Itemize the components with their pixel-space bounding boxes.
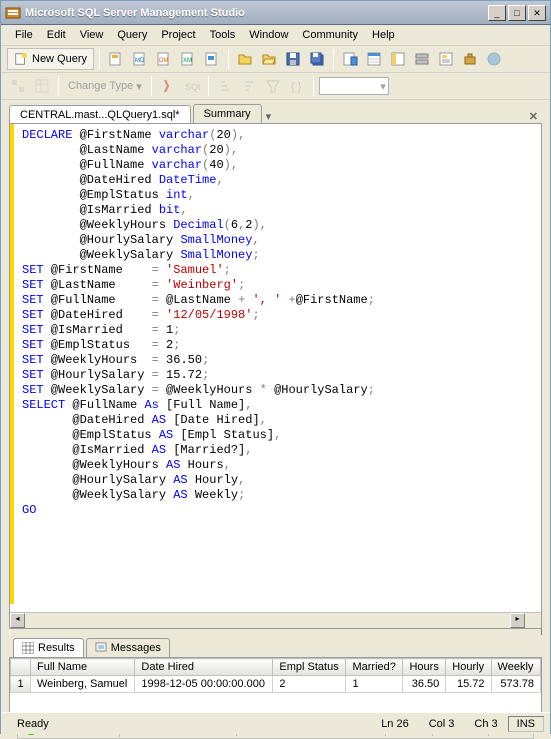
cell-weekly: 573.78 (491, 676, 540, 693)
save-icon[interactable] (282, 48, 304, 70)
tab-results[interactable]: Results (13, 638, 84, 657)
col-emplstatus[interactable]: Empl Status (273, 659, 346, 676)
svg-text:XM: XM (183, 58, 192, 64)
tab-query[interactable]: CENTRAL.mast...QLQuery1.sql* (9, 105, 191, 124)
menu-bar: File Edit View Query Project Tools Windo… (1, 25, 550, 46)
results-row[interactable]: 1 Weinberg, Samuel 1998-12-05 00:00:00.0… (11, 676, 541, 693)
col-hourly[interactable]: Hourly (446, 659, 491, 676)
cell-hours: 36.50 (403, 676, 446, 693)
menu-tools[interactable]: Tools (204, 27, 242, 43)
status-line: Ln 26 (371, 718, 419, 730)
svg-text:SQL: SQL (185, 82, 200, 92)
menu-edit[interactable]: Edit (41, 27, 72, 43)
tab-summary[interactable]: Summary (193, 104, 262, 123)
active-files-dropdown-icon[interactable]: ▾ (264, 110, 274, 123)
status-col: Col 3 (419, 718, 465, 730)
svg-text:MD: MD (135, 58, 145, 64)
database-combo: ▾ (319, 77, 389, 95)
verify-sql-icon: SQL (181, 75, 203, 97)
scroll-right-icon[interactable]: ▸ (510, 613, 525, 628)
status-bar: Ready Ln 26 Col 3 Ch 3 INS (1, 712, 550, 734)
browser-icon[interactable] (483, 48, 505, 70)
new-query-button[interactable]: New Query (7, 48, 94, 70)
change-type-dropdown: Change Type ▾ (64, 80, 146, 93)
results-grid-icon (22, 642, 34, 654)
sort-asc-icon (214, 75, 236, 97)
execute-icon (157, 75, 179, 97)
dropdown-arrow-icon: ▾ (136, 80, 142, 93)
show-diagram-icon (7, 75, 29, 97)
tab-messages[interactable]: Messages (86, 638, 170, 657)
summary-icon[interactable] (435, 48, 457, 70)
editor-horizontal-scrollbar[interactable]: ◂ ▸ (10, 612, 525, 628)
cell-married: 1 (346, 676, 403, 693)
cell-date: 1998-12-05 00:00:00.000 (135, 676, 273, 693)
cell-empl: 2 (273, 676, 346, 693)
status-char: Ch 3 (464, 718, 507, 730)
cell-rownum: 1 (11, 676, 31, 693)
col-hours[interactable]: Hours (403, 659, 446, 676)
minimize-button[interactable]: _ (488, 5, 506, 21)
save-all-icon[interactable] (306, 48, 328, 70)
results-grid[interactable]: Full Name Date Hired Empl Status Married… (9, 657, 542, 713)
col-rownum[interactable] (11, 659, 31, 676)
menu-query[interactable]: Query (111, 27, 153, 43)
maximize-button[interactable]: □ (508, 5, 526, 21)
document-tabs: CENTRAL.mast...QLQuery1.sql* Summary ▾ ✕ (1, 100, 550, 123)
toolbar-sql: Change Type ▾ SQL { } ▾ (1, 73, 550, 100)
group-by-icon: { } (286, 75, 308, 97)
results-header-row: Full Name Date Hired Empl Status Married… (11, 659, 541, 676)
open-file-icon[interactable] (234, 48, 256, 70)
properties-window-icon[interactable] (363, 48, 385, 70)
cell-fullname: Weinberg, Samuel (31, 676, 135, 693)
messages-icon (95, 642, 107, 654)
toolbox-icon[interactable] (459, 48, 481, 70)
cell-hourly: 15.72 (446, 676, 491, 693)
col-married[interactable]: Married? (346, 659, 403, 676)
close-tab-icon[interactable]: ✕ (525, 110, 542, 123)
db-engine-query-icon[interactable] (105, 48, 127, 70)
window-title: Microsoft SQL Server Management Studio (25, 7, 488, 19)
registered-servers-icon[interactable] (411, 48, 433, 70)
close-button[interactable]: ✕ (528, 5, 546, 21)
status-ready: Ready (7, 718, 59, 730)
menu-view[interactable]: View (74, 27, 110, 43)
menu-project[interactable]: Project (155, 27, 201, 43)
menu-community[interactable]: Community (296, 27, 364, 43)
sort-desc-icon (238, 75, 260, 97)
svg-text:DM: DM (159, 58, 168, 64)
show-criteria-icon (31, 75, 53, 97)
menu-window[interactable]: Window (243, 27, 294, 43)
title-bar: Microsoft SQL Server Management Studio _… (1, 1, 550, 25)
change-type-label: Change Type (68, 80, 133, 92)
svg-text:{ }: { } (291, 81, 302, 93)
code-editor[interactable]: DECLARE @FirstName varchar(20), @LastNam… (9, 123, 542, 629)
remove-filter-icon (262, 75, 284, 97)
app-icon (5, 5, 21, 21)
object-explorer-icon[interactable] (387, 48, 409, 70)
sqlcmd-icon[interactable] (201, 48, 223, 70)
menu-help[interactable]: Help (366, 27, 401, 43)
open-project-icon[interactable] (258, 48, 280, 70)
scroll-left-icon[interactable]: ◂ (10, 613, 25, 628)
mdx-query-icon[interactable]: MD (129, 48, 151, 70)
status-ins: INS (508, 716, 544, 732)
col-datehired[interactable]: Date Hired (135, 659, 273, 676)
toolbar-main: New Query MD DM XM (1, 46, 550, 73)
col-fullname[interactable]: Full Name (31, 659, 135, 676)
xmla-query-icon[interactable]: XM (177, 48, 199, 70)
new-query-label: New Query (32, 53, 87, 65)
col-weekly[interactable]: Weekly (491, 659, 540, 676)
menu-file[interactable]: File (9, 27, 39, 43)
template-explorer-icon[interactable] (339, 48, 361, 70)
dmx-query-icon[interactable]: DM (153, 48, 175, 70)
